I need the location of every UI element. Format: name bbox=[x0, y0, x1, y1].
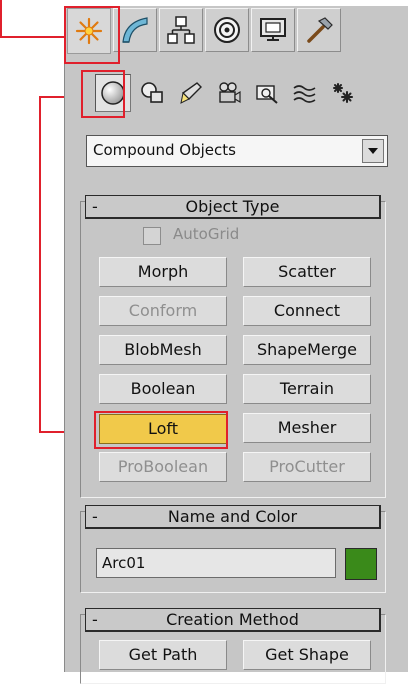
object-color-swatch[interactable] bbox=[345, 548, 377, 580]
shapes-icon bbox=[141, 82, 163, 103]
object-type-rollout-header[interactable]: - Object Type bbox=[85, 195, 381, 219]
tab-motion[interactable] bbox=[205, 8, 249, 52]
modify-icon bbox=[122, 17, 148, 43]
category-dropdown-value: Compound Objects bbox=[93, 141, 236, 159]
subcategory-shapes[interactable] bbox=[135, 74, 171, 112]
autogrid-label: AutoGrid bbox=[173, 225, 240, 243]
systems-icon bbox=[333, 83, 353, 103]
blobmesh-button[interactable]: BlobMesh bbox=[99, 335, 227, 365]
cameras-icon bbox=[219, 82, 241, 104]
name-color-rollout-header[interactable]: - Name and Color bbox=[85, 505, 381, 529]
shapemerge-button[interactable]: ShapeMerge bbox=[243, 335, 371, 365]
boolean-button[interactable]: Boolean bbox=[99, 374, 227, 404]
object-name-input[interactable]: Arc01 bbox=[96, 548, 336, 578]
subcategory-lights[interactable] bbox=[173, 74, 209, 112]
subcategory-helpers[interactable] bbox=[249, 74, 285, 112]
display-icon bbox=[260, 18, 286, 41]
subcategory-cameras[interactable] bbox=[211, 74, 247, 112]
terrain-button[interactable]: Terrain bbox=[243, 374, 371, 404]
get-path-button[interactable]: Get Path bbox=[99, 640, 227, 670]
conform-button[interactable]: Conform bbox=[99, 296, 227, 326]
hierarchy-icon bbox=[167, 16, 195, 44]
rollout-title: Creation Method bbox=[166, 610, 299, 629]
callout-line-top-v bbox=[0, 0, 2, 38]
callout-line-left-v bbox=[39, 96, 41, 433]
connect-button[interactable]: Connect bbox=[243, 296, 371, 326]
category-dropdown[interactable]: Compound Objects bbox=[86, 135, 388, 167]
loft-highlight bbox=[94, 411, 228, 449]
rollout-title: Object Type bbox=[185, 197, 280, 216]
autogrid-checkbox[interactable] bbox=[143, 227, 161, 245]
helpers-icon bbox=[256, 85, 278, 104]
lights-icon bbox=[180, 82, 202, 104]
utilities-icon bbox=[307, 17, 333, 43]
tab-hierarchy[interactable] bbox=[159, 8, 203, 52]
subcategory-systems[interactable] bbox=[325, 74, 361, 112]
scatter-button[interactable]: Scatter bbox=[243, 257, 371, 287]
subcategory-space-warps[interactable] bbox=[287, 74, 323, 112]
geometry-highlight bbox=[81, 70, 125, 118]
callout-line-top-h bbox=[0, 36, 67, 38]
mesher-button[interactable]: Mesher bbox=[243, 413, 371, 443]
procutter-button[interactable]: ProCutter bbox=[243, 452, 371, 482]
proboolean-button[interactable]: ProBoolean bbox=[99, 452, 227, 482]
create-tab-highlight bbox=[64, 6, 120, 64]
motion-icon bbox=[214, 17, 240, 43]
tab-display[interactable] bbox=[251, 8, 295, 52]
space-warps-icon bbox=[293, 85, 316, 103]
rollout-title: Name and Color bbox=[167, 507, 298, 526]
morph-button[interactable]: Morph bbox=[99, 257, 227, 287]
tab-utilities[interactable] bbox=[297, 8, 341, 52]
get-shape-button[interactable]: Get Shape bbox=[243, 640, 371, 670]
creation-method-rollout-header[interactable]: - Creation Method bbox=[85, 608, 381, 632]
chevron-down-icon[interactable] bbox=[362, 139, 384, 163]
